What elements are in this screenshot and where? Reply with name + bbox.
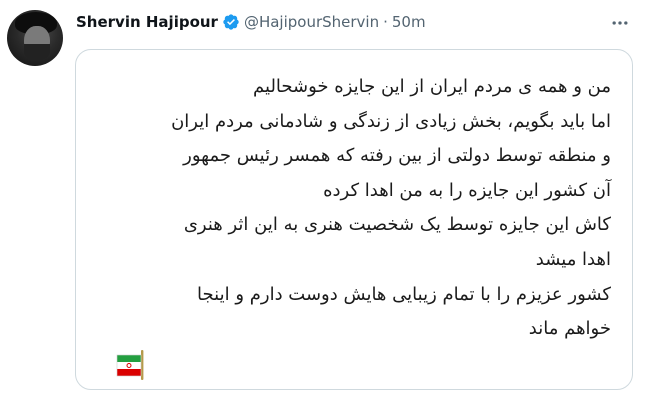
- avatar[interactable]: [7, 10, 63, 66]
- tweet-text-image[interactable]: من و همه ی مردم ایران از این جایزه خوشحا…: [75, 49, 633, 390]
- tweet-line: و منطقه توسط دولتی از بین رفته که همسر ر…: [183, 145, 611, 167]
- author-name[interactable]: Shervin Hajipour: [76, 13, 218, 31]
- tweet-line: من و همه ی مردم ایران از این جایزه خوشحا…: [253, 76, 611, 97]
- verified-badge-icon: [222, 13, 240, 31]
- tweet-line: آن کشور این جایزه را به من اهدا کرده: [323, 179, 611, 201]
- tweet-text: من و همه ی مردم ایران از این جایزه خوشحا…: [91, 70, 611, 347]
- timestamp[interactable]: 50m: [392, 13, 426, 31]
- iran-flag-icon: [114, 349, 148, 381]
- verified-badge-svg: [223, 14, 239, 30]
- more-options-button[interactable]: [604, 10, 636, 36]
- tweet: Shervin Hajipour @HajipourShervin · 50m …: [0, 0, 645, 404]
- more-options-icon: [612, 21, 628, 25]
- author-handle[interactable]: @HajipourShervin: [244, 13, 379, 31]
- tweet-line: اما باید بگویم، بخش زیادی از زندگی و شاد…: [171, 110, 611, 132]
- avatar-beard: [24, 44, 50, 60]
- tweet-header: Shervin Hajipour @HajipourShervin · 50m: [76, 11, 426, 33]
- tweet-line: کشور عزیزم را با تمام زیبایی هایش دوست د…: [197, 283, 611, 305]
- iran-flag-svg: [116, 350, 144, 380]
- tweet-line: خواهم ماند: [528, 318, 611, 340]
- tweet-line: اهدا میشد: [535, 248, 611, 270]
- tweet-line: کاش این جایزه توسط یک شخصیت هنری به این …: [183, 214, 611, 236]
- separator-dot: ·: [383, 13, 388, 31]
